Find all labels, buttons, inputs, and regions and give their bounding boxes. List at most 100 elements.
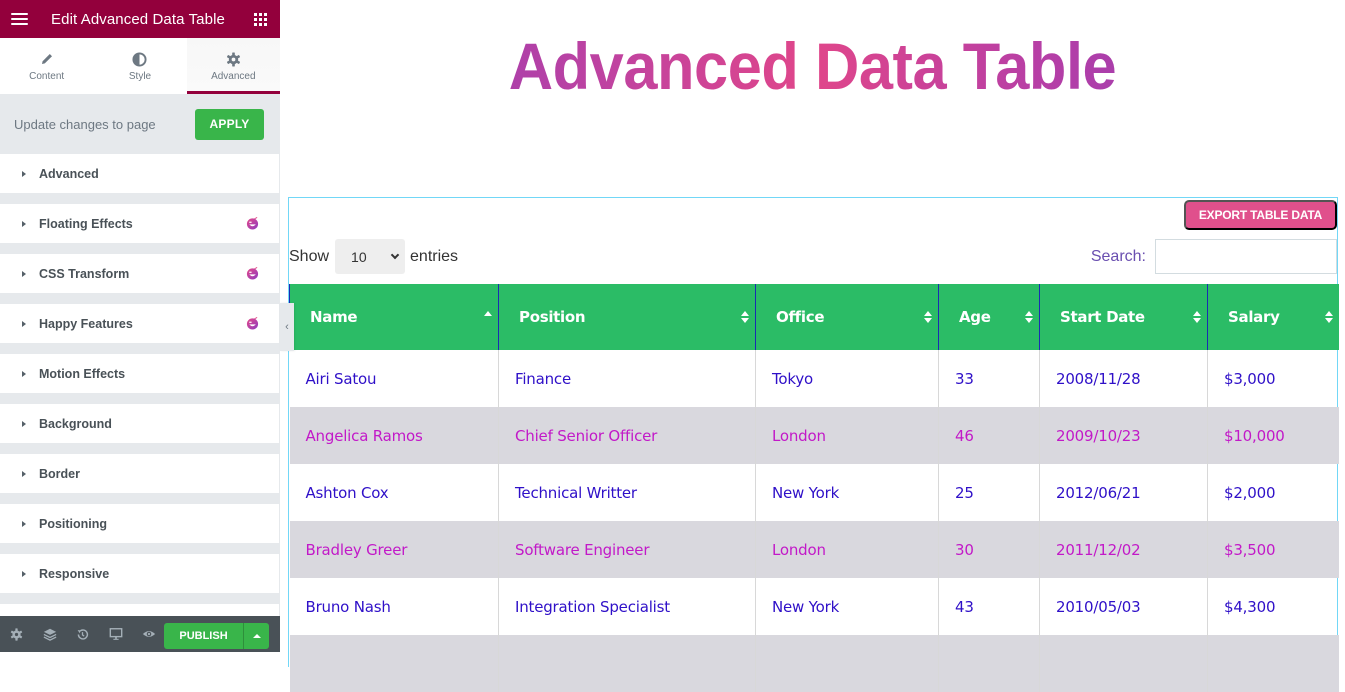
search-input[interactable] <box>1155 239 1337 274</box>
cell-start-date: 2012/06/21 <box>1039 464 1208 521</box>
section-label: Background <box>39 416 112 431</box>
column-label: Position <box>519 308 586 326</box>
hamburger-icon <box>10 12 28 26</box>
section-border[interactable]: Border <box>0 454 279 493</box>
column-header-salary[interactable]: Salary <box>1207 284 1339 350</box>
cell-position <box>498 635 756 692</box>
column-header-age[interactable]: Age <box>938 284 1040 350</box>
search-label: Search: <box>1090 247 1146 265</box>
preview-button[interactable] <box>132 616 165 652</box>
column-label: Age <box>959 308 991 326</box>
tab-content[interactable]: Content <box>0 38 93 94</box>
cell-start-date <box>1039 635 1208 692</box>
happy-addons-icon <box>246 217 259 230</box>
panel-title: Edit Advanced Data Table <box>51 10 225 28</box>
caret-right-icon <box>22 420 26 427</box>
column-header-start-date[interactable]: Start Date <box>1039 284 1208 350</box>
tab-style-label: Style <box>128 71 152 82</box>
cell-name: Bradley Greer <box>289 521 499 578</box>
entries-label: entries <box>410 247 459 265</box>
show-label: Show <box>289 247 330 265</box>
section-happy-features[interactable]: Happy Features <box>0 304 279 343</box>
data-table-widget[interactable]: EXPORT TABLE DATA Show 10 entries Search… <box>288 197 1339 692</box>
entries-select[interactable]: 10 <box>335 239 406 274</box>
publish-button[interactable]: PUBLISH <box>164 623 244 649</box>
cell-name: Bruno Nash <box>305 597 391 616</box>
caret-right-icon <box>22 520 26 527</box>
cell-office <box>755 635 939 692</box>
cell-position: Chief Senior Officer <box>498 407 756 464</box>
sort-both-icon <box>1025 311 1033 325</box>
caret-right-icon <box>22 470 26 477</box>
section-positioning[interactable]: Positioning <box>0 504 279 543</box>
responsive-mode-button[interactable] <box>99 616 132 652</box>
cell-name <box>289 635 499 692</box>
navigator-button[interactable] <box>33 616 66 652</box>
menu-button[interactable] <box>0 0 38 38</box>
preview-icon <box>142 631 155 637</box>
column-label: Salary <box>1228 308 1280 326</box>
happy-addons-icon <box>246 267 259 280</box>
collapse-panel-button[interactable]: ‹ <box>280 303 294 351</box>
export-table-button[interactable]: EXPORT TABLE DATA <box>1184 200 1337 230</box>
section-label: Happy Features <box>39 316 133 331</box>
apply-button[interactable]: APPLY <box>195 108 264 140</box>
section-label: Positioning <box>39 516 108 531</box>
gear-icon <box>226 50 241 68</box>
cell-salary: $4,300 <box>1207 578 1339 635</box>
tab-advanced[interactable]: Advanced <box>186 38 280 94</box>
column-label: Office <box>776 308 825 326</box>
search-control: Search: <box>1091 239 1337 274</box>
cell-position: Integration Specialist <box>498 578 756 635</box>
caret-right-icon <box>22 320 26 327</box>
column-label: Start Date <box>1060 308 1145 326</box>
section-label: Responsive <box>39 566 110 581</box>
happy-addons-icon <box>246 317 259 330</box>
settings-button[interactable] <box>0 616 33 652</box>
table-row: Bradley Greer Software Engineer London 3… <box>289 521 1339 578</box>
column-header-name[interactable]: Name <box>289 284 499 350</box>
column-header-position[interactable]: Position <box>498 284 756 350</box>
cell-office: London <box>755 407 939 464</box>
section-responsive[interactable]: Responsive <box>0 554 279 593</box>
section-background[interactable]: Background <box>0 404 279 443</box>
section-list: Advanced Floating Effects CSS Transform … <box>0 154 280 643</box>
caret-right-icon <box>22 220 26 227</box>
cell-salary: $10,000 <box>1207 407 1339 464</box>
section-floating-effects[interactable]: Floating Effects <box>0 204 279 243</box>
cell-office: New York <box>755 578 939 635</box>
history-icon <box>77 628 89 640</box>
section-advanced[interactable]: Advanced <box>0 154 279 193</box>
section-css-transform[interactable]: CSS Transform <box>0 254 279 293</box>
panel-tabs: Content Style Advanced <box>0 38 280 94</box>
cell-start-date: 2008/11/28 <box>1039 350 1208 407</box>
cell-office: New York <box>755 464 939 521</box>
data-table: Name Position Office Age Start Date Sala… <box>289 284 1339 692</box>
cell-office: Tokyo <box>755 350 939 407</box>
table-row: Angelica Ramos Chief Senior Officer Lond… <box>289 407 1339 464</box>
table-row <box>289 635 1339 692</box>
publish-options-button[interactable] <box>244 623 269 649</box>
table-row: Airi Satou Finance Tokyo 33 2008/11/28 $… <box>290 350 1339 407</box>
cell-start-date: 2011/12/02 <box>1039 521 1208 578</box>
widgets-button[interactable] <box>240 0 280 38</box>
publish-group: PUBLISH <box>164 623 269 649</box>
caret-right-icon <box>22 370 26 377</box>
grid-icon <box>253 12 267 26</box>
section-label: Motion Effects <box>39 366 126 381</box>
cell-age: 30 <box>938 521 1040 578</box>
cell-name: Ashton Cox <box>305 483 389 502</box>
section-motion-effects[interactable]: Motion Effects <box>0 354 279 393</box>
settings-icon <box>10 627 23 641</box>
cell-salary: $3,000 <box>1207 350 1339 407</box>
history-button[interactable] <box>66 616 99 652</box>
section-label: Advanced <box>39 166 99 181</box>
column-header-office[interactable]: Office <box>755 284 939 350</box>
entries-value: 10 <box>351 248 367 265</box>
tab-style[interactable]: Style <box>93 38 186 94</box>
cell-name: Angelica Ramos <box>289 407 499 464</box>
sort-both-icon <box>1324 311 1333 325</box>
caret-up-icon <box>252 634 261 638</box>
page-heading: Advanced Data Table <box>317 28 1307 104</box>
apply-bar: Update changes to page APPLY <box>0 94 280 154</box>
